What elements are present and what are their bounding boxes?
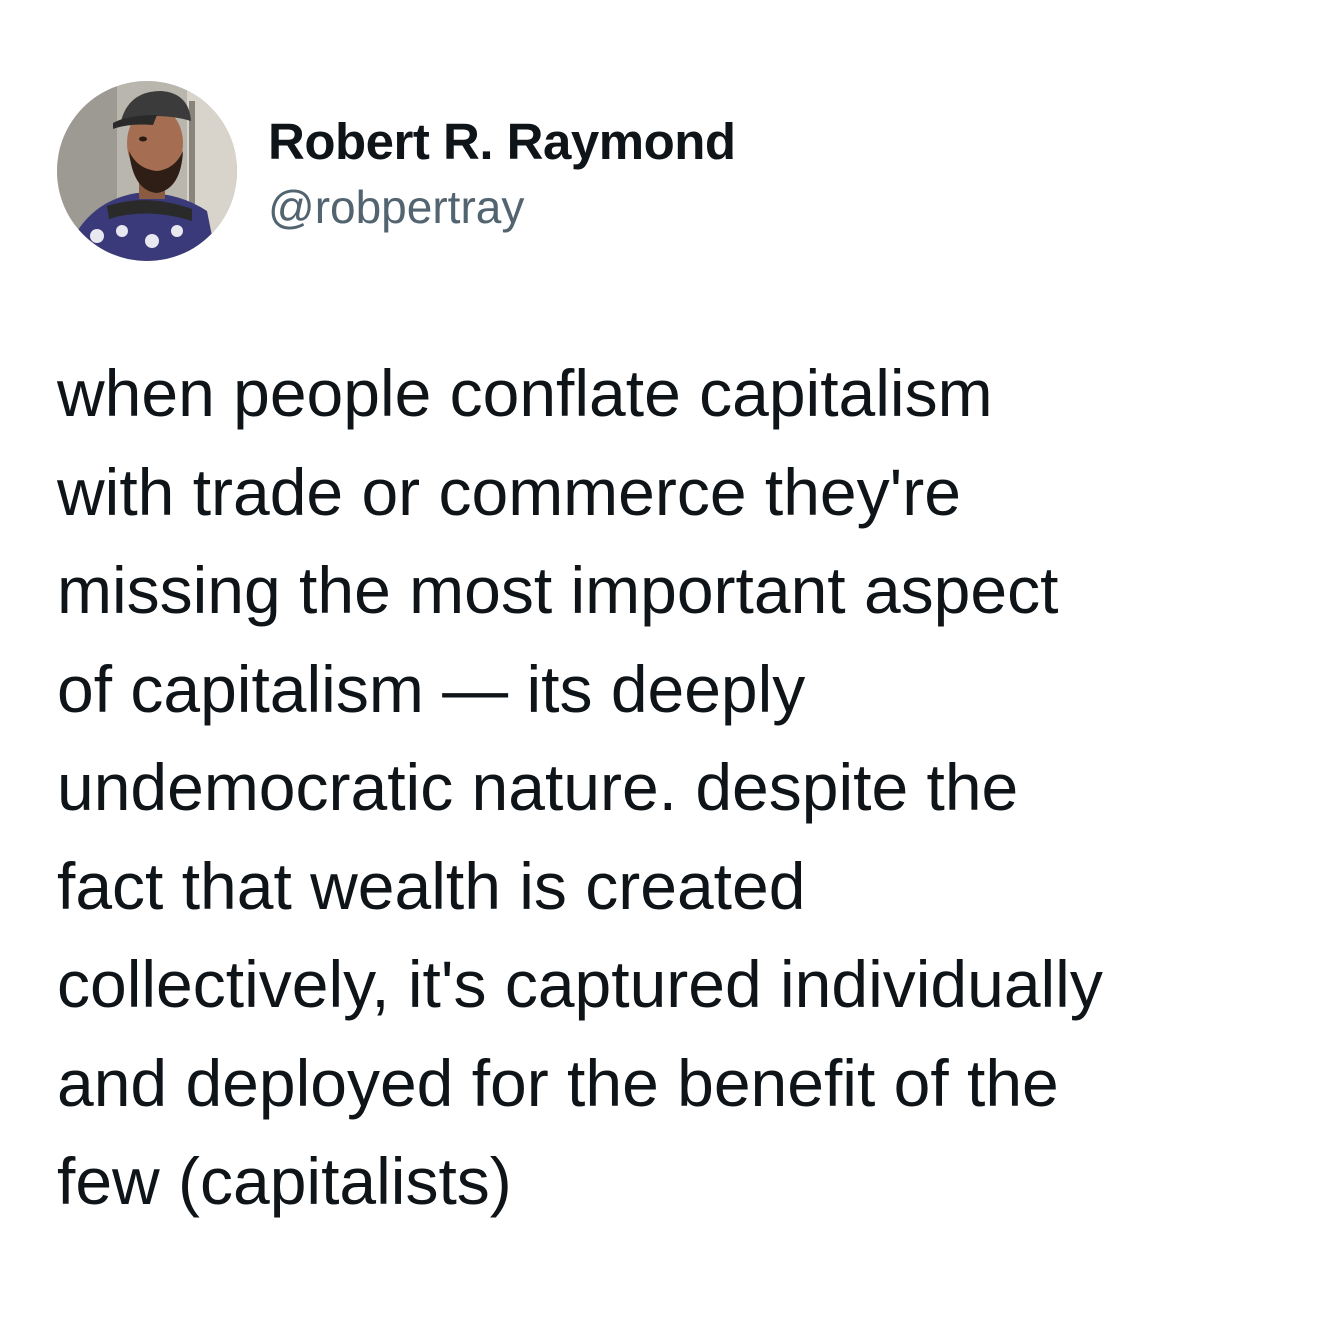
author-handle[interactable]: @robpertray [268,180,524,234]
avatar[interactable] [57,81,237,261]
tweet-text-line: with trade or commerce they're [57,454,961,529]
tweet-card: Robert R. Raymond @robpertray when peopl… [0,0,1324,1324]
tweet-text: when people conflate capitalism with tra… [57,344,1287,1231]
avatar-photo [57,81,237,261]
tweet-text-line: and deployed for the benefit of the [57,1045,1059,1120]
tweet-text-line: of capitalism — its deeply [57,651,806,726]
tweet-text-line: few (capitalists) [57,1144,512,1218]
author-display-name[interactable]: Robert R. Raymond [268,112,736,171]
tweet-text-line: collectively, it's captured individually [57,947,1103,1021]
tweet-text-line: when people conflate capitalism [57,356,993,430]
tweet-text-line: undemocratic nature. despite the [57,750,1019,824]
tweet-text-line: missing the most important aspect [57,553,1059,627]
tweet-text-line: fact that wealth is created [57,848,806,923]
